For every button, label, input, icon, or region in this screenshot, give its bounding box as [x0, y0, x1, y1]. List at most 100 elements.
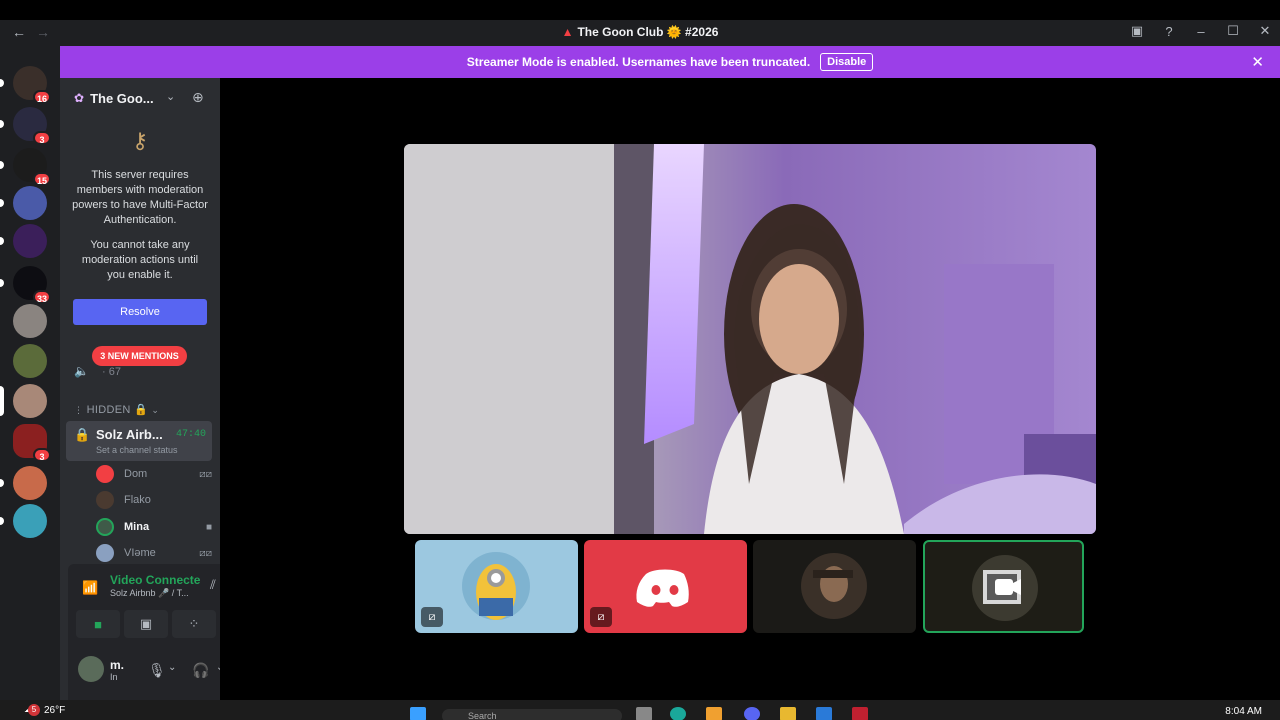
system-clock[interactable]: 8:04 AM [1225, 706, 1262, 717]
voice-user[interactable]: VIəme ⧄⧄ [96, 542, 216, 564]
focused-video-tile[interactable] [404, 144, 1096, 534]
help-icon[interactable]: ? [1160, 24, 1178, 39]
activities-button[interactable]: ⁘ [172, 610, 216, 638]
voice-channel-row[interactable]: 🔈 · 67 [74, 364, 121, 378]
weather-badge: 5 [28, 704, 40, 716]
invite-people-icon[interactable]: ⊕ [192, 89, 204, 106]
camera-button[interactable]: ■ [76, 610, 120, 638]
start-icon[interactable] [410, 707, 426, 720]
notification-badge: 15 [32, 172, 51, 186]
resolve-button[interactable]: Resolve [73, 299, 207, 325]
window-title: ▲ The Goon Club 🌞 #2026 [561, 25, 719, 39]
weather-temperature[interactable]: 26°F [44, 705, 65, 716]
server-icon-11[interactable] [13, 466, 47, 500]
server-rail: 16 3 15 33 3 [0, 46, 60, 700]
unread-pill [0, 279, 4, 287]
screen-share-icon: ▣ [139, 616, 153, 631]
unread-pill [0, 237, 4, 245]
lock-icon: 🔒 [74, 427, 91, 442]
server-icon-8[interactable] [13, 344, 47, 378]
camera-off-icon: ⧄ [590, 607, 612, 627]
server-icon-4[interactable] [13, 186, 47, 220]
mfa-notice-text-2: You cannot take any moderation actions u… [81, 239, 199, 281]
unread-pill [0, 120, 4, 128]
unread-pill [0, 199, 4, 207]
app-icon[interactable] [706, 707, 722, 720]
avatar [96, 544, 114, 562]
task-view-icon[interactable] [636, 707, 652, 720]
search-placeholder: Search [468, 711, 497, 720]
participant-tile-discord[interactable]: ⧄ [584, 540, 747, 633]
noise-suppression-icon[interactable]: ⫽ [210, 577, 216, 593]
title-bar: ← → ▲ The Goon Club 🌞 #2026 ▣ ? – ☐ ✕ [0, 20, 1280, 46]
channel-status[interactable]: Set a channel status [96, 445, 178, 455]
server-icon-12[interactable] [13, 504, 47, 538]
avatar [96, 518, 114, 536]
screen-share-button[interactable]: ▣ [124, 610, 168, 638]
signal-icon[interactable]: 📶 [82, 580, 98, 596]
participant-avatar [972, 555, 1038, 621]
active-voice-channel[interactable]: 🔒 Solz Airb... 47:40 Set a channel statu… [66, 421, 212, 461]
voice-status-subtitle[interactable]: Solz Airbnb 🎤 / T... [110, 588, 189, 599]
voice-user[interactable]: Mina ■ [96, 516, 216, 538]
server-icon-5[interactable] [13, 224, 47, 258]
drag-handle-icon: ⋮ [74, 405, 84, 415]
maximize-icon[interactable]: ☐ [1224, 23, 1242, 39]
channel-name: Solz Airb... [96, 427, 163, 442]
channel-sidebar: ✿ The Goo... ⌄ ⊕ ⚷ This server requires … [60, 78, 272, 716]
chevron-down-icon[interactable]: ⌄ [168, 662, 176, 673]
server-name: The Goo... [90, 90, 154, 106]
user-name: Mina [124, 521, 150, 533]
server-icon-2[interactable]: 3 [13, 107, 51, 145]
notification-badge: 16 [32, 90, 51, 104]
voice-count: · 67 [102, 366, 121, 378]
microphone-icon[interactable]: 🎙 [148, 662, 166, 679]
unread-pill [0, 479, 4, 487]
camera-off-icon: ⧄ [421, 607, 443, 627]
server-icon-1[interactable]: 16 [13, 66, 51, 104]
file-explorer-icon[interactable] [780, 707, 796, 720]
speaker-icon: 🔈 [74, 364, 89, 378]
server-header[interactable]: ✿ The Goo... ⌄ ⊕ [60, 78, 220, 118]
app-icon-2[interactable] [852, 707, 868, 720]
user-status: In [110, 672, 118, 682]
user-name: Flako [124, 494, 151, 506]
unread-pill [0, 79, 4, 87]
server-icon-the-goon-club[interactable]: 3 [13, 424, 51, 462]
server-emblem-icon: ✿ [74, 91, 85, 105]
avatar [96, 465, 114, 483]
avatar[interactable] [78, 656, 104, 682]
server-icon-9[interactable] [13, 384, 47, 418]
mfa-notice: ⚷ This server requires members with mode… [60, 128, 220, 283]
participant-tile-user[interactable] [753, 540, 916, 633]
voice-status-title: Video Connected [110, 573, 200, 587]
server-icon-7[interactable] [13, 304, 47, 338]
close-window-icon[interactable]: ✕ [1256, 23, 1274, 39]
channel-timer: 47:40 [175, 429, 206, 440]
inbox-icon[interactable]: ▣ [1128, 23, 1146, 39]
unread-pill [0, 161, 4, 169]
discord-taskbar-icon[interactable] [744, 707, 760, 720]
mute-icon: ⧄⧄ [199, 468, 212, 480]
participant-tile-camera[interactable] [923, 540, 1084, 633]
notification-badge: 3 [33, 131, 51, 145]
voice-user[interactable]: Dom ⧄⧄ [96, 463, 216, 485]
search-input[interactable]: Search [442, 709, 622, 720]
participant-tile-minion[interactable]: ⧄ [415, 540, 578, 633]
disable-streamer-mode-button[interactable]: Disable [820, 53, 874, 71]
server-icon-6[interactable]: 33 [13, 266, 51, 304]
store-icon[interactable] [816, 707, 832, 720]
new-mentions-pill[interactable]: 3 NEW MENTIONS [92, 346, 187, 366]
category-hidden[interactable]: ⋮ HIDDEN 🔒 ⌄ [74, 403, 159, 416]
participant-avatar [801, 553, 867, 619]
window-controls: ▣ ? – ☐ ✕ [1128, 23, 1274, 39]
server-icon-3[interactable]: 15 [13, 148, 51, 186]
minimize-icon[interactable]: – [1192, 24, 1210, 39]
edge-icon[interactable] [670, 707, 686, 720]
video-call-area: ⧄ ⧄ [220, 78, 1280, 700]
voice-user[interactable]: Flako [96, 489, 216, 511]
headphones-icon[interactable]: 🎧 [192, 662, 209, 679]
chevron-down-icon: ⌄ [166, 91, 176, 103]
close-icon[interactable]: ✕ [1251, 53, 1264, 71]
server-icon: ▲ [561, 25, 574, 39]
